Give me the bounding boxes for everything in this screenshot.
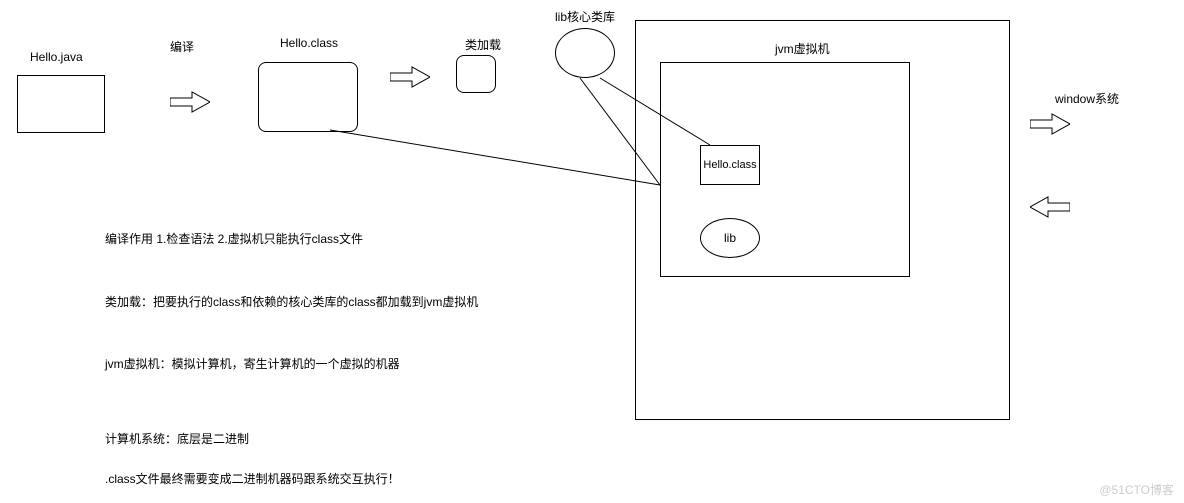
box-hello-java: [17, 75, 105, 133]
label-hello-java: Hello.java: [30, 50, 83, 64]
label-jvm: jvm虚拟机: [775, 40, 830, 57]
box-hello-class: [258, 62, 358, 132]
note-1: 编译作用 1.检查语法 2.虚拟机只能执行class文件: [105, 230, 363, 247]
box-jvm: [660, 62, 910, 277]
label-hello-class: Hello.class: [280, 36, 338, 50]
note-3: jvm虚拟机：模拟计算机，寄生计算机的一个虚拟的机器: [105, 355, 400, 372]
box-inner-hello-class: Hello.class: [700, 145, 760, 185]
box-class-load-icon: [456, 55, 496, 93]
label-compile: 编译: [170, 38, 194, 55]
inner-hello-class-label: Hello.class: [703, 159, 756, 171]
arrow-right-icon: [170, 90, 210, 114]
note-5: .class文件最终需要变成二进制机器码跟系统交互执行！: [105, 470, 400, 487]
arrow-right-icon: [390, 65, 430, 89]
note-4: 计算机系统：底层是二进制: [105, 430, 249, 447]
arrow-left-icon: [1030, 195, 1070, 219]
label-window-sys: window系统: [1055, 90, 1119, 107]
oval-lib-core: [555, 28, 615, 78]
inner-lib-label: lib: [724, 231, 736, 245]
label-class-loading: 类加载: [465, 36, 501, 53]
note-2: 类加载：把要执行的class和依赖的核心类库的class都加载到jvm虚拟机: [105, 293, 478, 310]
oval-inner-lib: lib: [700, 218, 760, 258]
arrow-right-icon: [1030, 112, 1070, 136]
label-lib-core: lib核心类库: [555, 8, 615, 25]
watermark: @51CTO博客: [1099, 481, 1174, 498]
